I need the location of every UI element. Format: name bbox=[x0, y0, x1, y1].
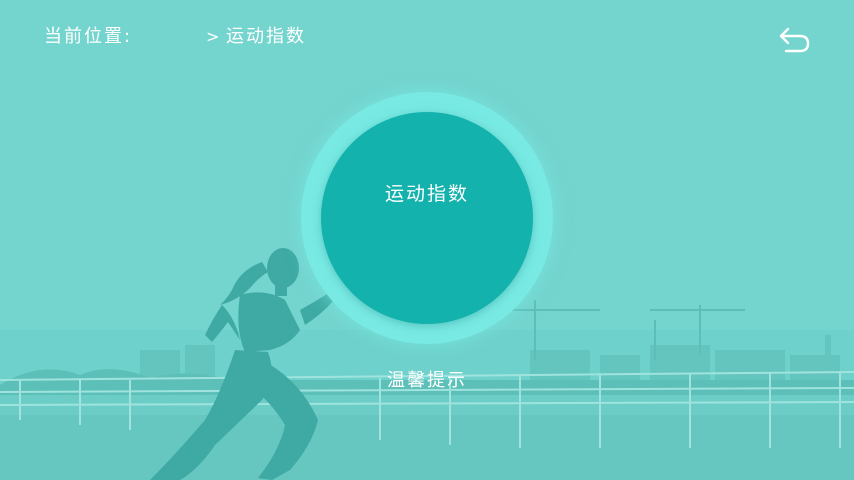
tips-link[interactable]: 温馨提示 bbox=[377, 368, 477, 394]
location-label: 当前位置: bbox=[44, 26, 133, 47]
sport-index-ring: 运动指数 bbox=[301, 92, 553, 344]
sport-index-title: 运动指数 bbox=[384, 183, 469, 205]
back-button[interactable] bbox=[774, 22, 814, 58]
breadcrumb-current-page: 运动指数 bbox=[226, 26, 306, 47]
back-arrow-icon bbox=[779, 27, 810, 53]
sport-index-circle[interactable]: 运动指数 bbox=[321, 112, 533, 324]
breadcrumb-separator: > bbox=[206, 27, 222, 46]
